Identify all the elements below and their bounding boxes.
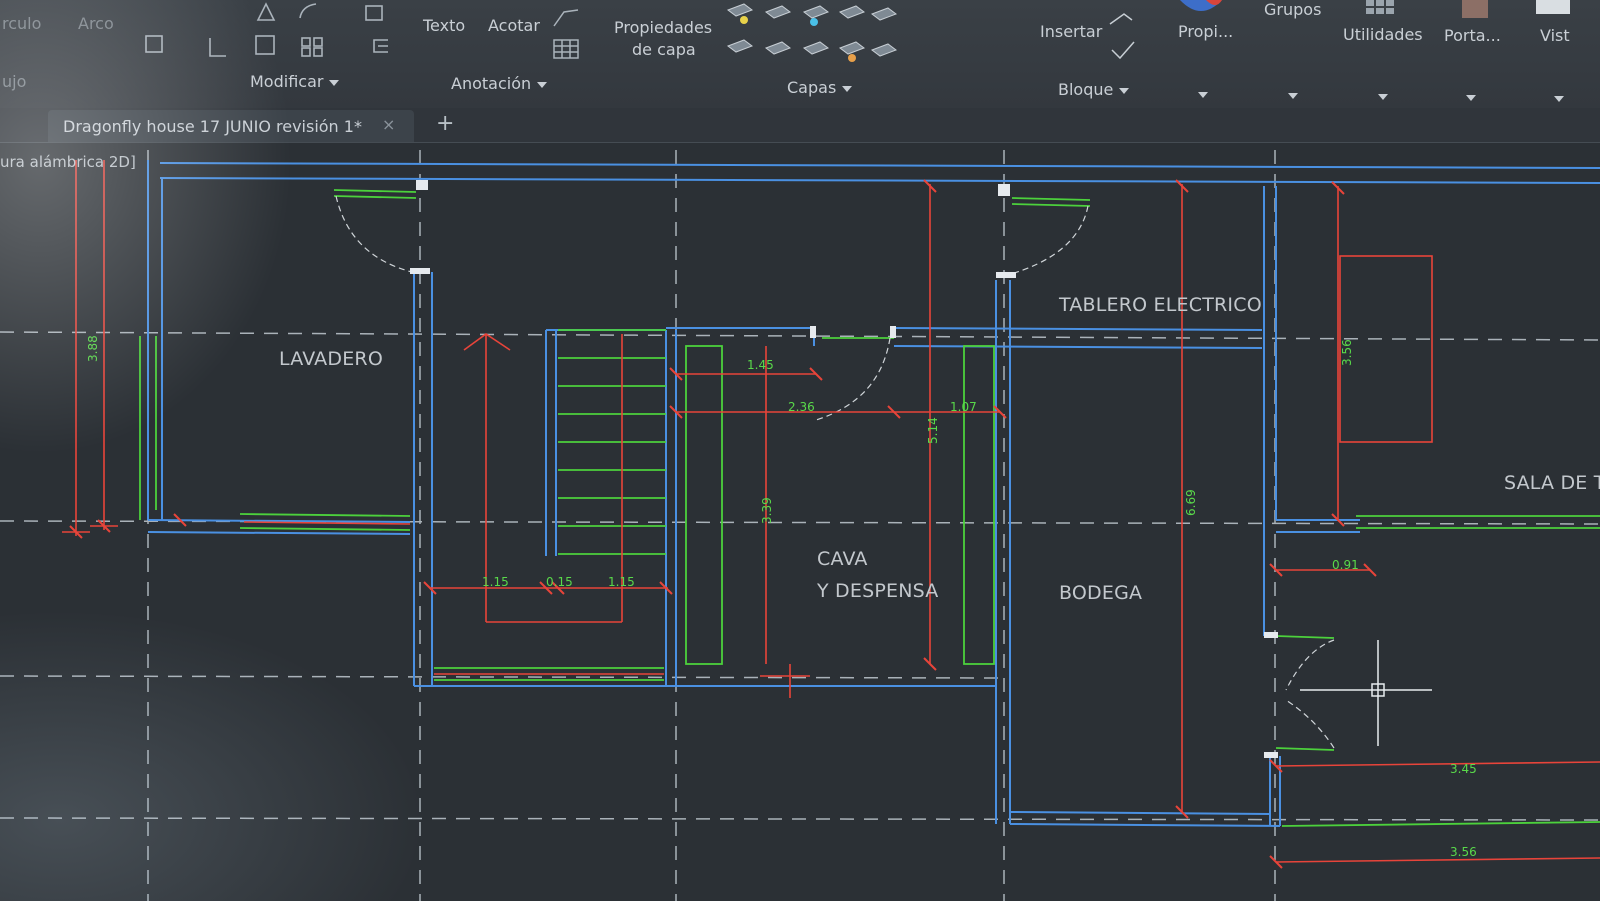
chevron-down-icon[interactable]: [1198, 92, 1208, 98]
circle-tool-label[interactable]: rculo: [2, 14, 41, 33]
dimension-label: 3.56: [1340, 339, 1354, 366]
dimension-ticks: [69, 179, 1377, 869]
modify-tools-icons[interactable]: [140, 0, 400, 68]
chevron-down-icon[interactable]: [1466, 95, 1476, 101]
chevron-down-icon: [1119, 87, 1130, 94]
room-label-sala: SALA DE T: [1504, 472, 1600, 494]
create-block-icon: [1109, 13, 1133, 25]
scale-icon: [365, 5, 383, 21]
ribbon: rculo Arco ujo Texto Acotar Propiedades …: [0, 0, 1600, 109]
insert-block-button[interactable]: Insertar: [1040, 22, 1102, 41]
chevron-down-icon: [329, 79, 340, 86]
block-edit-icons[interactable]: [1104, 6, 1148, 66]
dimension-label: 1.45: [747, 358, 774, 372]
utilities-icon[interactable]: [1364, 0, 1398, 18]
panel-block[interactable]: Bloque: [1058, 80, 1130, 99]
viewport-style-label[interactable]: ura alámbrica 2D]: [0, 153, 136, 171]
dimension-label: 3.39: [760, 497, 774, 524]
panel-layers[interactable]: Capas: [787, 78, 853, 97]
view-icon[interactable]: [1532, 0, 1572, 16]
document-tab-label: Dragonfly house 17 JUNIO revisión 1*: [63, 117, 362, 136]
document-tab[interactable]: Dragonfly house 17 JUNIO revisión 1* ×: [48, 110, 414, 142]
utilities-button[interactable]: Utilidades: [1343, 25, 1423, 44]
properties-icon[interactable]: [1176, 0, 1226, 20]
hinge-markers: [410, 180, 1278, 758]
groups-button[interactable]: Grupos: [1264, 0, 1321, 19]
room-label-lavadero: LAVADERO: [279, 348, 383, 370]
offset-icon: [373, 39, 388, 53]
dimension-lines: [62, 160, 1600, 863]
dimension-label: 2.36: [788, 400, 815, 414]
mirror-icon: [256, 2, 276, 21]
layer-tools-icons[interactable]: [722, 0, 902, 70]
dimension-label: 0.91: [1332, 558, 1359, 572]
reference-lines: [0, 150, 1600, 901]
chevron-down-icon[interactable]: [1288, 93, 1298, 99]
room-label-bodega: BODEGA: [1059, 582, 1143, 604]
clipboard-icon[interactable]: [1458, 0, 1494, 20]
layer-properties-button-line2[interactable]: de capa: [632, 40, 696, 59]
dimension-label: 5.14: [926, 417, 940, 444]
wall-lines: [147, 160, 1600, 827]
trim-icon: [209, 38, 226, 57]
stretch-icon: [145, 35, 163, 53]
draw-panel-label[interactable]: ujo: [2, 72, 26, 91]
clipboard-button[interactable]: Porta...: [1444, 26, 1501, 45]
properties-button[interactable]: Propi...: [1178, 22, 1233, 41]
green-elements: [139, 189, 1600, 827]
document-tab-bar: Dragonfly house 17 JUNIO revisión 1* × +: [0, 108, 1600, 143]
leader-icon: [553, 9, 579, 27]
dimension-label: 3.56: [1450, 845, 1477, 859]
edit-block-icon: [1111, 41, 1135, 60]
new-tab-button[interactable]: +: [436, 111, 454, 136]
chevron-down-icon[interactable]: [1554, 96, 1564, 102]
panel-annotation[interactable]: Anotación: [451, 74, 548, 93]
dimension-label: 1.07: [950, 400, 977, 414]
dimension-tool-button[interactable]: Acotar: [488, 16, 540, 35]
table-icon: [553, 39, 579, 59]
dimension-label: 3.45: [1450, 762, 1477, 776]
close-icon[interactable]: ×: [382, 115, 395, 134]
arc-tool-label[interactable]: Arco: [78, 14, 114, 33]
chevron-down-icon[interactable]: [1378, 94, 1388, 100]
panel-modify[interactable]: Modificar: [250, 72, 340, 91]
text-tool-button[interactable]: Texto: [423, 16, 465, 35]
view-button[interactable]: Vist: [1540, 26, 1570, 45]
dimension-label: 0.15: [546, 575, 573, 589]
fillet-icon: [299, 3, 317, 19]
dimension-label: 6.69: [1184, 489, 1198, 516]
chevron-down-icon: [537, 81, 548, 88]
drawing-canvas[interactable]: [0, 143, 1600, 901]
chevron-down-icon: [842, 85, 853, 92]
room-label-tablero: TABLERO ELECTRICO: [1059, 294, 1262, 316]
leader-table-icons[interactable]: [548, 4, 588, 62]
room-label-despensa: Y DESPENSA: [817, 580, 939, 602]
copy-icon: [255, 35, 275, 55]
dimension-label: 1.15: [482, 575, 509, 589]
layer-properties-button-line1[interactable]: Propiedades: [614, 18, 712, 37]
dimension-label: 1.15: [608, 575, 635, 589]
dimension-label: 3.88: [86, 335, 100, 362]
room-label-cava: CAVA: [817, 548, 868, 570]
